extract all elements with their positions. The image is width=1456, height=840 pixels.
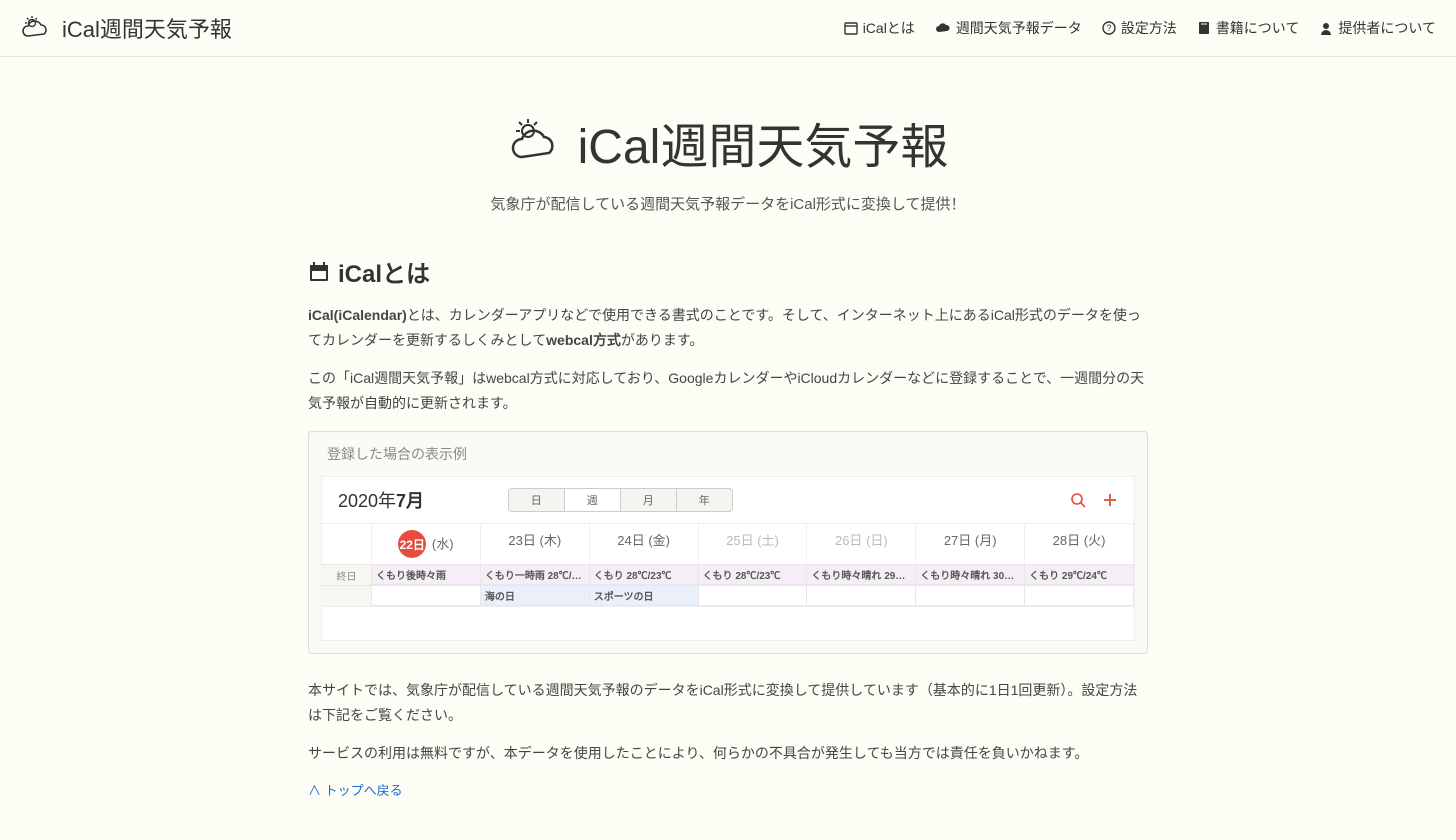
para1-a: とは、カレンダーアプリなどで使用できる書式のことです。そして、インターネット上に…	[308, 307, 1141, 348]
nav-setup[interactable]: ? 設定方法	[1102, 18, 1177, 38]
row-label: 終日	[322, 565, 372, 585]
hero-title: iCal週間天気予報	[308, 107, 1148, 177]
para2: この「iCal週間天気予報」はwebcal方式に対応しており、Googleカレン…	[308, 366, 1148, 415]
nav-books[interactable]: 書籍について	[1197, 18, 1300, 38]
calendar-header: 2020年7月 日 週 月 年	[322, 477, 1134, 523]
back-to-top-label: トップへ戻る	[325, 783, 403, 798]
day-head-5: 27日 (月)	[916, 524, 1025, 564]
view-year[interactable]: 年	[677, 489, 732, 511]
nav-books-label: 書籍について	[1216, 18, 1300, 38]
main: iCal週間天気予報 気象庁が配信している週間天気予報データをiCal形式に変換…	[288, 57, 1168, 840]
year: 2020年	[338, 491, 396, 511]
nav-ical-label: iCalとは	[863, 18, 915, 38]
card-title: 登録した場合の表示例	[309, 432, 1147, 476]
calendar-icon	[844, 21, 858, 35]
para1-strong1: iCal(iCalendar)	[308, 307, 407, 323]
svg-text:?: ?	[1106, 23, 1111, 33]
event	[699, 586, 808, 606]
event[interactable]: 海の日	[481, 586, 590, 606]
nav-setup-label: 設定方法	[1121, 18, 1177, 38]
cal-actions	[1070, 492, 1118, 508]
nav-data[interactable]: 週間天気予報データ	[935, 18, 1082, 38]
para1-strong2: webcal方式	[546, 332, 621, 348]
event[interactable]: くもり一時雨 28℃/22℃	[481, 565, 590, 585]
card-body: 2020年7月 日 週 月 年 22日 (水) 23日 (木) 24日 (金) …	[321, 476, 1135, 641]
user-icon	[1319, 21, 1333, 35]
event[interactable]: くもり後時々雨	[372, 565, 481, 585]
sun-cloud-large-icon	[508, 117, 566, 167]
cal-days: 22日 (水) 23日 (木) 24日 (金) 25日 (土) 26日 (日) …	[322, 523, 1134, 564]
question-icon: ?	[1102, 21, 1116, 35]
event	[916, 586, 1025, 606]
nav-provider-label: 提供者について	[1338, 18, 1436, 38]
section-heading-text: iCalとは	[338, 254, 430, 289]
row-label-blank	[322, 586, 372, 606]
event[interactable]: くもり 28℃/23℃	[699, 565, 808, 585]
event	[372, 586, 481, 606]
view-day[interactable]: 日	[509, 489, 565, 511]
logo[interactable]: iCal週間天気予報	[20, 12, 232, 44]
example-card: 登録した場合の表示例 2020年7月 日 週 月 年 22日 (水) 23日 (…	[308, 431, 1148, 654]
hero-title-text: iCal週間天気予報	[578, 107, 949, 177]
book-icon	[1197, 21, 1211, 35]
view-month[interactable]: 月	[621, 489, 677, 511]
view-week[interactable]: 週	[565, 489, 621, 511]
cal-row-2: 海の日 スポーツの日	[322, 585, 1134, 606]
para1: iCal(iCalendar)とは、カレンダーアプリなどで使用できる書式のことで…	[308, 303, 1148, 352]
back-to-top[interactable]: ∧ トップへ戻る	[308, 783, 403, 798]
logo-title: iCal週間天気予報	[62, 12, 232, 44]
event[interactable]: くもり時々晴れ 29℃/2…	[807, 565, 916, 585]
event	[807, 586, 916, 606]
view-switch: 日 週 月 年	[508, 488, 733, 512]
sun-cloud-icon	[20, 14, 52, 42]
plus-icon[interactable]	[1102, 492, 1118, 508]
nav-data-label: 週間天気予報データ	[956, 18, 1082, 38]
day-chip: 22日	[398, 530, 426, 558]
cal-row-empty	[322, 606, 1134, 640]
para4: サービスの利用は無料ですが、本データを使用したことにより、何らかの不具合が発生し…	[308, 741, 1148, 766]
day-head-2: 24日 (金)	[590, 524, 699, 564]
nav-ical[interactable]: iCalとは	[844, 18, 915, 38]
day-head-6: 28日 (火)	[1025, 524, 1134, 564]
event	[1025, 586, 1134, 606]
month: 7月	[396, 491, 424, 511]
day-head-0: 22日 (水)	[372, 524, 481, 564]
day-head-4: 26日 (日)	[807, 524, 916, 564]
cal-row-1: 終日 くもり後時々雨 くもり一時雨 28℃/22℃ くもり 28℃/23℃ くも…	[322, 564, 1134, 585]
event[interactable]: くもり 28℃/23℃	[590, 565, 699, 585]
day-head-1: 23日 (木)	[481, 524, 590, 564]
para1-b: があります。	[621, 332, 704, 348]
year-month: 2020年7月	[338, 487, 424, 513]
event[interactable]: くもり 29℃/24℃	[1025, 565, 1134, 585]
calendar-check-icon	[308, 261, 330, 283]
para3: 本サイトでは、気象庁が配信している週間天気予報のデータをiCal形式に変換して提…	[308, 678, 1148, 727]
hero-sub: 気象庁が配信している週間天気予報データをiCal形式に変換して提供！	[308, 193, 1148, 214]
header: iCal週間天気予報 iCalとは 週間天気予報データ ? 設定方法 書籍について…	[0, 0, 1456, 57]
nav: iCalとは 週間天気予報データ ? 設定方法 書籍について 提供者について	[844, 18, 1436, 38]
day-head-3: 25日 (土)	[699, 524, 808, 564]
search-icon[interactable]	[1070, 492, 1086, 508]
event[interactable]: くもり時々晴れ 30℃/2…	[916, 565, 1025, 585]
cloud-icon	[935, 21, 951, 35]
section-heading: iCalとは	[308, 254, 1148, 289]
event[interactable]: スポーツの日	[590, 586, 699, 606]
nav-provider[interactable]: 提供者について	[1319, 18, 1436, 38]
hero: iCal週間天気予報 気象庁が配信している週間天気予報データをiCal形式に変換…	[308, 107, 1148, 214]
day-head-blank	[322, 524, 372, 564]
chevron-up-icon: ∧	[308, 783, 325, 798]
